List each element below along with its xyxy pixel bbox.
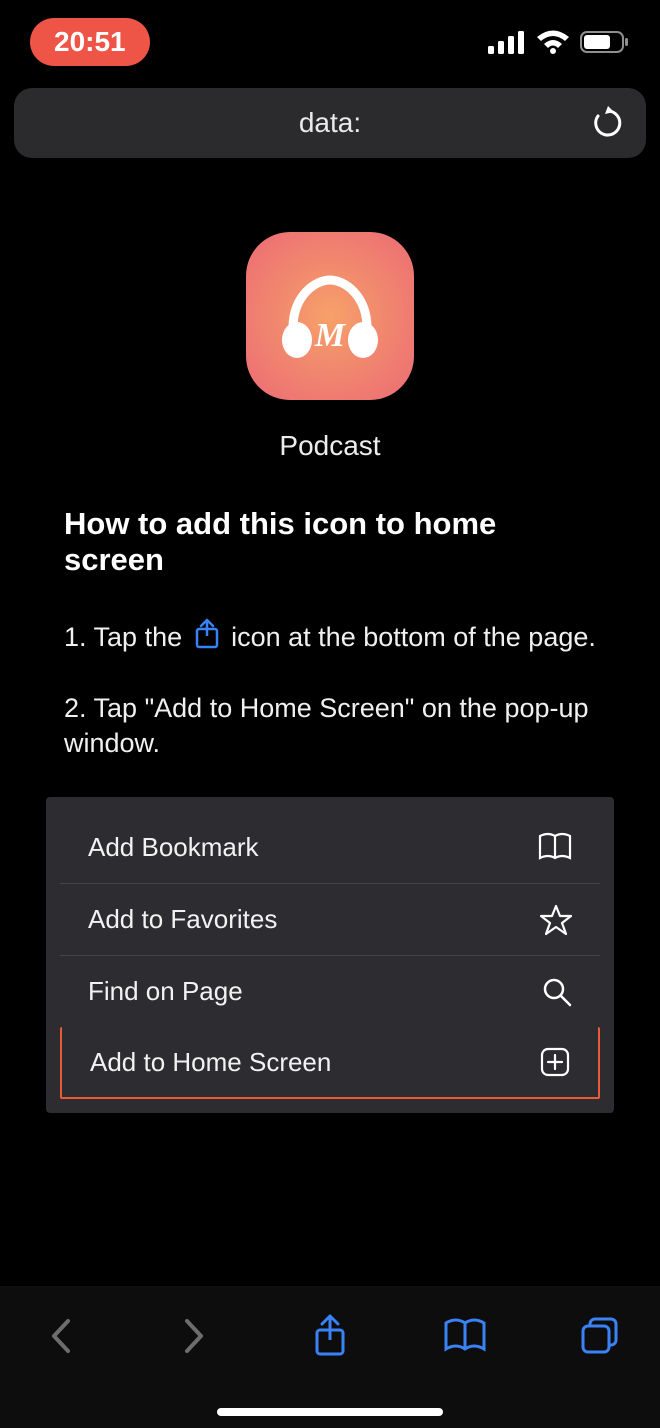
- tabs-icon: [580, 1316, 620, 1356]
- chevron-right-icon: [183, 1317, 207, 1355]
- menu-item-add-home-screen: Add to Home Screen: [60, 1027, 600, 1099]
- plus-box-icon: [540, 1047, 570, 1077]
- wifi-icon: [536, 30, 570, 54]
- search-icon: [542, 977, 572, 1007]
- reload-button[interactable]: [592, 106, 624, 140]
- menu-item-add-favorites: Add to Favorites: [60, 883, 600, 955]
- share-icon: [194, 618, 220, 650]
- battery-icon: [580, 30, 630, 54]
- menu-item-label: Add Bookmark: [88, 832, 259, 863]
- app-icon-section: M Podcast: [22, 232, 638, 462]
- example-share-menu: Add Bookmark Add to Favorites Find on Pa…: [46, 797, 614, 1113]
- menu-item-find-on-page: Find on Page: [60, 955, 600, 1027]
- instruction-step-2: 2. Tap "Add to Home Screen" on the pop-u…: [22, 691, 638, 761]
- forward-button[interactable]: [171, 1312, 219, 1360]
- book-icon: [443, 1317, 487, 1355]
- step1-text-after: icon at the bottom of the page.: [231, 622, 596, 652]
- app-icon: M: [246, 232, 414, 400]
- chevron-left-icon: [48, 1317, 72, 1355]
- back-button[interactable]: [36, 1312, 84, 1360]
- book-icon: [538, 832, 572, 862]
- menu-item-label: Add to Favorites: [88, 904, 277, 935]
- browser-toolbar: [0, 1286, 660, 1428]
- star-icon: [540, 904, 572, 936]
- menu-item-add-bookmark: Add Bookmark: [60, 811, 600, 883]
- time-pill: 20:51: [30, 18, 150, 66]
- page-content: M Podcast How to add this icon to home s…: [0, 172, 660, 1113]
- app-label: Podcast: [279, 430, 380, 462]
- home-indicator[interactable]: [217, 1408, 443, 1416]
- menu-item-label: Add to Home Screen: [90, 1047, 331, 1078]
- step1-text-before: 1. Tap the: [64, 622, 190, 652]
- share-icon: [313, 1314, 347, 1358]
- headphones-icon: M: [275, 266, 385, 366]
- share-button[interactable]: [306, 1312, 354, 1360]
- status-icons: [488, 30, 630, 54]
- url-bar[interactable]: data:: [14, 88, 646, 158]
- tabs-button[interactable]: [576, 1312, 624, 1360]
- menu-item-label: Find on Page: [88, 976, 243, 1007]
- bookmarks-button[interactable]: [441, 1312, 489, 1360]
- url-text: data:: [299, 107, 361, 139]
- cellular-icon: [488, 30, 526, 54]
- page-title: How to add this icon to home screen: [22, 506, 638, 578]
- svg-text:M: M: [314, 317, 347, 354]
- status-bar: 20:51: [0, 0, 660, 76]
- instruction-step-1: 1. Tap the icon at the bottom of the pag…: [22, 618, 638, 655]
- reload-icon: [592, 106, 624, 140]
